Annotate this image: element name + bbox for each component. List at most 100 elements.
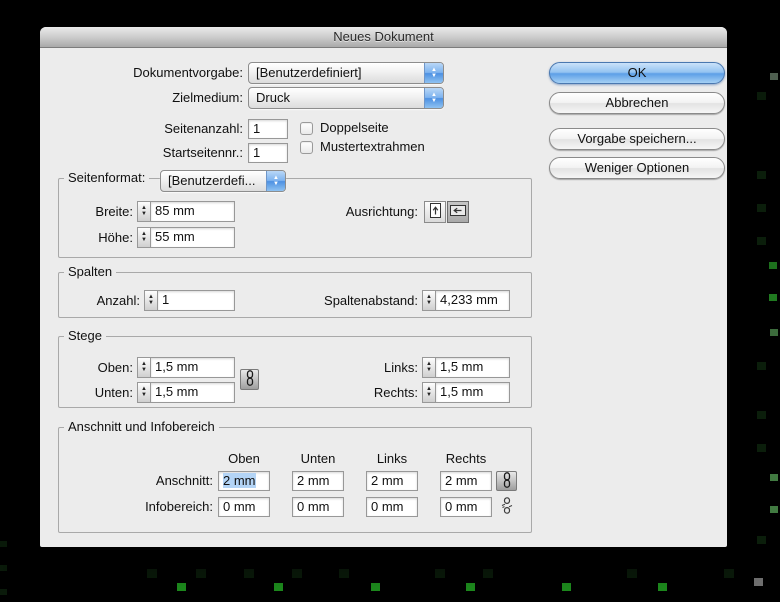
stege-legend: Stege xyxy=(64,328,106,344)
new-document-dialog: Neues Dokument Dokumentvorgabe: [Benutze… xyxy=(40,27,727,547)
seitenformat-dropdown[interactable]: [Benutzerdefi... ▲ ▼ xyxy=(160,170,286,192)
startseitennr-label: Startseitennr.: xyxy=(162,145,243,160)
spalten-legend: Spalten xyxy=(64,264,117,280)
links-stepper[interactable]: ▲ ▼ xyxy=(422,357,436,378)
unten-stepper[interactable]: ▲ ▼ xyxy=(137,382,151,403)
background-dot xyxy=(769,294,777,301)
background-dot xyxy=(627,569,637,578)
rechts-stepper[interactable]: ▲ ▼ xyxy=(422,382,436,403)
background-dot xyxy=(757,411,766,419)
seitenanzahl-input[interactable]: 1 xyxy=(248,119,288,139)
anzahl-stepper[interactable]: ▲ ▼ xyxy=(144,290,158,311)
anschnitt-link-values-button[interactable] xyxy=(496,471,517,491)
background-dot xyxy=(147,569,157,578)
breite-stepper[interactable]: ▲ ▼ xyxy=(137,201,151,222)
background-dot xyxy=(371,583,380,591)
background-dot xyxy=(0,589,7,595)
oben-label: Oben: xyxy=(97,360,133,375)
anzahl-input[interactable]: 1 xyxy=(157,290,235,311)
doppelseite-checkbox[interactable] xyxy=(300,122,313,135)
landscape-page-icon xyxy=(450,204,466,220)
background-dot xyxy=(757,444,766,452)
background-dot xyxy=(757,536,766,544)
stege-link-margins-button[interactable] xyxy=(240,369,259,390)
background-dot xyxy=(658,583,667,591)
spaltenabstand-label: Spaltenabstand: xyxy=(324,293,418,308)
spaltenabstand-stepper[interactable]: ▲ ▼ xyxy=(422,290,436,311)
dialog-titlebar[interactable]: Neues Dokument xyxy=(40,27,727,48)
desktop-background: { "window": { "title": "Neues Dokument" … xyxy=(0,0,780,602)
zielmedium-value: Druck xyxy=(256,90,290,105)
popup-arrows-icon: ▲ ▼ xyxy=(424,88,443,108)
dokumentvorgabe-dropdown[interactable]: [Benutzerdefiniert] ▲ ▼ xyxy=(248,62,444,84)
zielmedium-dropdown[interactable]: Druck ▲ ▼ xyxy=(248,87,444,109)
background-dot xyxy=(274,583,283,591)
portrait-page-icon xyxy=(429,203,442,221)
anschnitt-unten-input[interactable]: 2 mm xyxy=(292,471,344,491)
background-dot xyxy=(0,565,7,571)
anschnitt-rechts-input[interactable]: 2 mm xyxy=(440,471,492,491)
background-dot xyxy=(770,329,778,336)
orientation-portrait-button[interactable] xyxy=(424,201,446,223)
abbrechen-button[interactable]: Abbrechen xyxy=(549,92,725,114)
anschnitt-oben-input[interactable]: 2 mm xyxy=(218,471,270,491)
mustertextrahmen-checkbox[interactable] xyxy=(300,141,313,154)
mustertextrahmen-label: Mustertextrahmen xyxy=(320,139,425,154)
background-dot xyxy=(757,171,766,179)
background-dot xyxy=(244,569,254,578)
broken-chain-icon xyxy=(501,497,513,517)
popup-arrows-icon: ▲ ▼ xyxy=(266,171,285,191)
background-dot xyxy=(292,569,302,578)
weniger-optionen-button[interactable]: Weniger Optionen xyxy=(549,157,725,179)
seitenformat-legend: Seitenformat: xyxy=(64,170,150,186)
hoehe-input[interactable]: 55 mm xyxy=(150,227,235,248)
oben-input[interactable]: 1,5 mm xyxy=(150,357,235,378)
background-dot xyxy=(757,204,766,212)
background-dot xyxy=(757,362,766,370)
rechts-label: Rechts: xyxy=(373,385,418,400)
infobereich-label: Infobereich: xyxy=(145,499,213,514)
infobereich-links-input[interactable]: 0 mm xyxy=(366,497,418,517)
background-dot xyxy=(562,583,571,591)
column-header-unten: Unten xyxy=(300,451,336,466)
background-dot xyxy=(770,73,778,80)
unten-label: Unten: xyxy=(94,385,133,400)
startseitennr-input[interactable]: 1 xyxy=(248,143,288,163)
seitenformat-value: [Benutzerdefi... xyxy=(168,173,256,188)
anzahl-label: Anzahl: xyxy=(96,293,140,308)
breite-label: Breite: xyxy=(95,204,133,219)
doppelseite-label: Doppelseite xyxy=(320,120,389,135)
vorgabe-speichern-button[interactable]: Vorgabe speichern... xyxy=(549,128,725,150)
popup-arrows-icon: ▲ ▼ xyxy=(424,63,443,83)
background-dot xyxy=(757,237,766,245)
anschnitt-infobereich-legend: Anschnitt und Infobereich xyxy=(64,419,219,435)
oben-stepper[interactable]: ▲ ▼ xyxy=(137,357,151,378)
background-dot xyxy=(177,583,186,591)
infobereich-unlink-values-button[interactable] xyxy=(498,497,516,517)
column-header-links: Links xyxy=(376,451,408,466)
ok-button[interactable]: OK xyxy=(549,62,725,84)
spaltenabstand-input[interactable]: 4,233 mm xyxy=(435,290,510,311)
infobereich-rechts-input[interactable]: 0 mm xyxy=(440,497,492,517)
background-dot xyxy=(466,583,475,591)
anschnitt-links-input[interactable]: 2 mm xyxy=(366,471,418,491)
hoehe-stepper[interactable]: ▲ ▼ xyxy=(137,227,151,248)
infobereich-unten-input[interactable]: 0 mm xyxy=(292,497,344,517)
dialog-title: Neues Dokument xyxy=(333,29,434,44)
links-input[interactable]: 1,5 mm xyxy=(435,357,510,378)
background-dot xyxy=(757,92,766,100)
infobereich-oben-input[interactable]: 0 mm xyxy=(218,497,270,517)
chain-link-icon xyxy=(502,471,512,491)
background-dot xyxy=(769,262,777,269)
unten-input[interactable]: 1,5 mm xyxy=(150,382,235,403)
background-dot xyxy=(770,506,778,513)
hoehe-label: Höhe: xyxy=(98,230,133,245)
seitenanzahl-label: Seitenanzahl: xyxy=(164,121,243,136)
breite-input[interactable]: 85 mm xyxy=(150,201,235,222)
rechts-input[interactable]: 1,5 mm xyxy=(435,382,510,403)
background-dot xyxy=(339,569,349,578)
background-dot xyxy=(770,474,778,481)
background-dot xyxy=(754,578,763,586)
orientation-landscape-button[interactable] xyxy=(447,201,469,223)
anschnitt-label: Anschnitt: xyxy=(155,473,213,488)
